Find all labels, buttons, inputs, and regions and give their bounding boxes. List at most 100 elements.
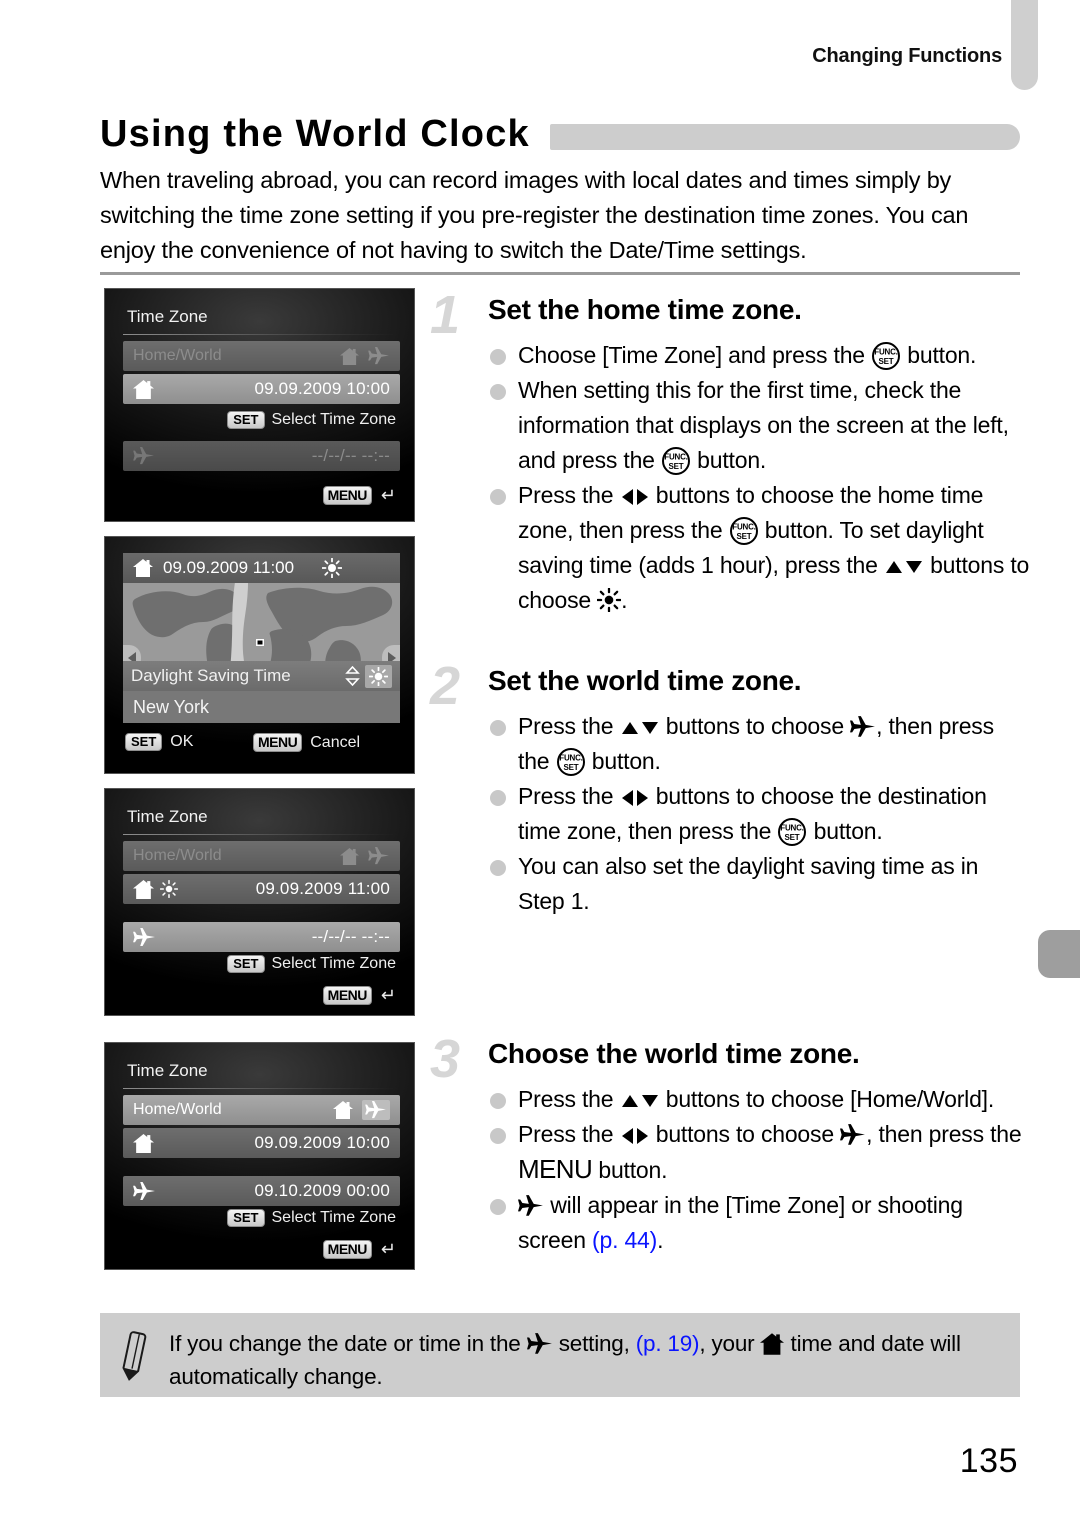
lcd-row-icons xyxy=(333,1100,390,1120)
lcd-row-label: Home/World xyxy=(133,1101,222,1118)
up-down-icon xyxy=(621,722,658,734)
page-reference[interactable]: (p. 44) xyxy=(592,1227,657,1253)
svg-text:SET: SET xyxy=(563,763,578,772)
step-number: 2 xyxy=(430,656,461,716)
lcd-row-value: 09.09.2009 11:00 xyxy=(255,879,390,898)
menu-key: MENU xyxy=(322,485,372,506)
bullet: When setting this for the first time, ch… xyxy=(488,373,1030,478)
bullet: Press the buttons to choose the destinat… xyxy=(488,779,1030,849)
lcd-hint-menu: MENU ↵ xyxy=(322,485,396,506)
step-title: Choose the world time zone. xyxy=(488,1038,860,1069)
left-right-icon xyxy=(621,1128,648,1144)
lcd-hint-menu: MENU ↵ xyxy=(322,1239,396,1260)
page-number: 135 xyxy=(959,1442,1018,1480)
camera-screen-time-zone-dst: Time Zone Home/World 09.09.2009 11:00 --… xyxy=(104,788,415,1016)
lcd-hint-set: SET Select Time Zone xyxy=(227,955,397,974)
airplane-icon xyxy=(133,1181,155,1200)
home-icon xyxy=(133,559,153,577)
svg-text:FUNC.: FUNC. xyxy=(664,453,687,462)
lcd-hint-menu: MENU ↵ xyxy=(322,985,396,1006)
map-footer-set: SET OK xyxy=(125,733,193,752)
map-current-time: 09.09.2009 11:00 xyxy=(163,558,295,577)
lcd-row-value: 09.09.2009 10:00 xyxy=(254,1133,390,1152)
svg-text:FUNC.: FUNC. xyxy=(874,348,897,357)
home-icon xyxy=(133,379,154,399)
menu-key: MENU xyxy=(322,985,372,1006)
up-down-icon xyxy=(885,561,922,573)
camera-screen-world-map: 09.09.2009 11:00 Daylight Saving Time Ne… xyxy=(104,536,415,774)
step-title: Set the home time zone. xyxy=(488,294,802,325)
lcd-hint-set-text: Select Time Zone xyxy=(271,411,397,429)
map-time-bar: 09.09.2009 11:00 xyxy=(123,553,400,583)
up-down-icon xyxy=(621,1095,658,1107)
lcd-row-label: Home/World xyxy=(133,847,222,864)
note-box: If you change the date or time in the se… xyxy=(100,1313,1020,1397)
lcd-divider xyxy=(123,334,400,335)
svg-text:FUNC.: FUNC. xyxy=(732,523,755,532)
airplane-icon xyxy=(365,1101,386,1119)
title-decoration-bar xyxy=(549,124,1020,150)
note-text: If you change the date or time in the se… xyxy=(169,1331,961,1389)
lcd-title: Time Zone xyxy=(127,307,208,326)
lcd-row-home[interactable]: 09.09.2009 10:00 xyxy=(123,374,400,404)
set-key: SET xyxy=(227,411,265,430)
svg-text:SET: SET xyxy=(736,532,751,541)
bullet: Press the buttons to choose , then press… xyxy=(488,709,1030,779)
city-name-row: New York xyxy=(123,691,400,723)
step-number: 1 xyxy=(430,285,461,345)
lcd-row-home-world[interactable]: Home/World xyxy=(123,341,400,371)
page-title-text: Using the World Clock xyxy=(100,112,530,155)
step-title: Set the world time zone. xyxy=(488,665,802,696)
left-right-icon xyxy=(621,790,648,806)
func-set-icon: FUNC.SET xyxy=(556,748,585,776)
set-key: SET xyxy=(227,1209,265,1228)
airplane-icon xyxy=(840,1124,866,1145)
map-footer-menu-text: Cancel xyxy=(310,733,361,751)
step-1: 1 Set the home time zone. Choose [Time Z… xyxy=(430,288,1030,618)
bullet: Press the buttons to choose , then press… xyxy=(488,1117,1030,1188)
step-1-bullets: Choose [Time Zone] and press the FUNC. SE… xyxy=(488,338,1030,618)
lcd-row-home-world[interactable]: Home/World xyxy=(123,1095,400,1125)
func-set-icon: FUNC.SET xyxy=(778,818,807,846)
step-number: 3 xyxy=(430,1029,461,1089)
lcd-hint-set: SET Select Time Zone xyxy=(227,411,397,430)
func-set-icon: FUNC.SET xyxy=(661,447,690,475)
set-key: SET xyxy=(227,955,265,974)
lcd-row-world[interactable]: --/--/-- --:-- xyxy=(123,922,400,952)
bullet: Press the buttons to choose [Home/World]… xyxy=(488,1082,1030,1117)
intro-paragraph: When traveling abroad, you can record im… xyxy=(100,167,969,263)
manual-page: Changing Functions Using the World Clock… xyxy=(0,0,1080,1521)
airplane-icon xyxy=(368,347,389,365)
func-set-icon: FUNC.SET xyxy=(872,342,901,370)
bullet: will appear in the [Time Zone] or shooti… xyxy=(488,1188,1030,1258)
lcd-hint-set-text: Select Time Zone xyxy=(271,955,397,973)
lcd-row-home-world[interactable]: Home/World xyxy=(123,841,400,871)
bullet: Choose [Time Zone] and press the FUNC. SE… xyxy=(488,338,1030,373)
city-name: New York xyxy=(133,696,210,717)
step-3-bullets: Press the buttons to choose [Home/World]… xyxy=(488,1082,1030,1258)
lcd-row-world[interactable]: --/--/-- --:-- xyxy=(123,441,400,471)
airplane-icon-boxed xyxy=(362,1100,390,1120)
sun-icon xyxy=(369,666,388,686)
step-3: 3 Choose the world time zone. Press the … xyxy=(430,1032,1030,1258)
return-arrow-icon: ↵ xyxy=(380,985,396,1005)
lcd-row-home[interactable]: 09.09.2009 10:00 xyxy=(123,1128,400,1158)
camera-screen-time-zone-home: Time Zone Home/World 09.09.2009 10:00 SE… xyxy=(104,288,415,522)
menu-key: MENU xyxy=(253,733,303,753)
set-key: SET xyxy=(125,733,163,752)
sun-icon xyxy=(597,588,622,612)
lcd-title: Time Zone xyxy=(127,1061,208,1080)
airplane-icon xyxy=(133,447,154,465)
home-icon xyxy=(133,1133,154,1153)
chapter-tab-side xyxy=(1038,930,1080,978)
lcd-row-world[interactable]: 09.10.2009 00:00 xyxy=(123,1176,400,1206)
home-icon xyxy=(133,879,154,899)
daylight-saving-row[interactable]: Daylight Saving Time xyxy=(123,661,400,691)
lcd-row-home[interactable]: 09.09.2009 11:00 xyxy=(123,874,400,904)
daylight-saving-label: Daylight Saving Time xyxy=(131,666,291,685)
lcd-hint-set-text: Select Time Zone xyxy=(271,1209,397,1227)
lcd-divider xyxy=(123,834,400,835)
page-reference[interactable]: (p. 19) xyxy=(636,1331,700,1356)
menu-key: MENU xyxy=(322,1239,372,1260)
lcd-row-icons xyxy=(340,347,390,365)
